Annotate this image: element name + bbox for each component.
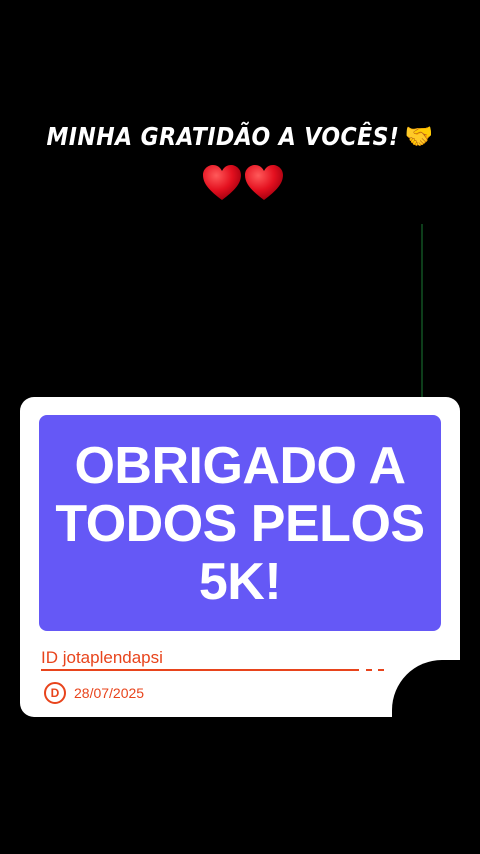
id-dash (366, 669, 372, 671)
id-label: ID jotaplendapsi (41, 648, 163, 667)
id-underline (41, 669, 359, 671)
d-badge-icon: D (44, 682, 66, 704)
headline-box: OBRIGADO A TODOS PELOS 5K! (39, 415, 441, 631)
id-row[interactable]: ID jotaplendapsi (41, 648, 391, 672)
divider-line (421, 224, 423, 402)
hearts-row (6, 164, 480, 202)
heart-icon (245, 165, 283, 200)
id-dash (378, 669, 384, 671)
date-text: 28/07/2025 (74, 685, 145, 701)
caption: MINHA GRATIDÃO A VOCÊS! 🤝 (0, 122, 480, 202)
headline-text: OBRIGADO A TODOS PELOS 5K! (55, 437, 425, 611)
handshake-icon: 🤝 (404, 122, 434, 152)
heart-icon (203, 165, 241, 200)
caption-text: MINHA GRATIDÃO A VOCÊS! 🤝 (46, 122, 434, 152)
date-row: D 28/07/2025 (44, 682, 144, 704)
